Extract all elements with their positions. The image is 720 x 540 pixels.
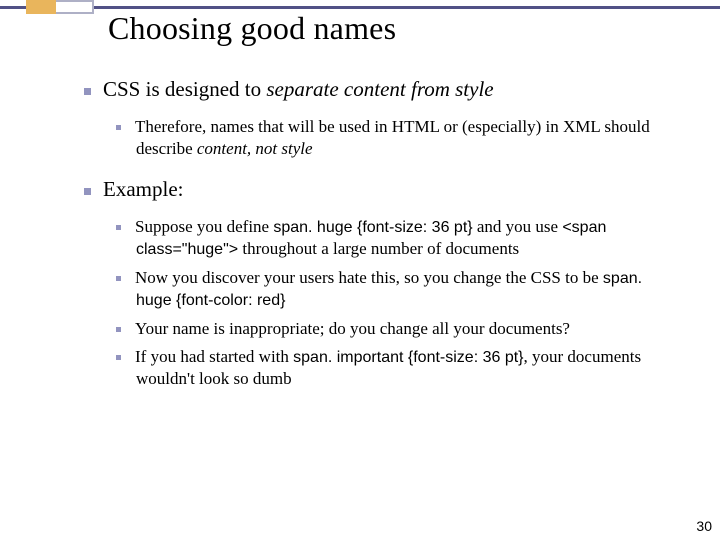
square-bullet-icon bbox=[84, 88, 91, 95]
title-rule bbox=[0, 6, 720, 9]
slide-body: CSS is designed to separate content from… bbox=[0, 76, 720, 396]
text: Example: bbox=[103, 177, 183, 201]
bullet-level1: Example: bbox=[60, 176, 668, 202]
code-text: span. huge {font-size: 36 pt} bbox=[273, 219, 472, 236]
square-bullet-icon bbox=[116, 276, 121, 281]
text-italic: content, not style bbox=[197, 139, 313, 158]
bullet-level2: Suppose you define span. huge {font-size… bbox=[60, 216, 668, 261]
text: Now you discover your users hate this, s… bbox=[135, 268, 603, 287]
square-bullet-icon bbox=[116, 327, 121, 332]
text-italic: separate content from style bbox=[266, 77, 493, 101]
square-bullet-icon bbox=[84, 188, 91, 195]
bullet-level2: If you had started with span. important … bbox=[60, 346, 668, 390]
bullet-level2: Now you discover your users hate this, s… bbox=[60, 267, 668, 312]
square-bullet-icon bbox=[116, 355, 121, 360]
text: If you had started with bbox=[135, 347, 293, 366]
text: CSS is designed to bbox=[103, 77, 266, 101]
bullet-level2: Therefore, names that will be used in HT… bbox=[60, 116, 668, 160]
code-text: span. important {font-size: 36 pt} bbox=[293, 349, 523, 366]
text: and you use bbox=[473, 217, 563, 236]
bullet-level1: CSS is designed to separate content from… bbox=[60, 76, 668, 102]
text: throughout a large number of documents bbox=[238, 239, 519, 258]
slide-number: 30 bbox=[696, 518, 712, 534]
square-bullet-icon bbox=[116, 225, 121, 230]
bullet-level2: Your name is inappropriate; do you chang… bbox=[60, 318, 668, 340]
title-ornament-icon bbox=[26, 0, 94, 14]
text: Suppose you define bbox=[135, 217, 273, 236]
slide-header: Choosing good names bbox=[0, 0, 720, 58]
text: Your name is inappropriate; do you chang… bbox=[135, 319, 570, 338]
slide-title: Choosing good names bbox=[108, 10, 396, 47]
square-bullet-icon bbox=[116, 125, 121, 130]
